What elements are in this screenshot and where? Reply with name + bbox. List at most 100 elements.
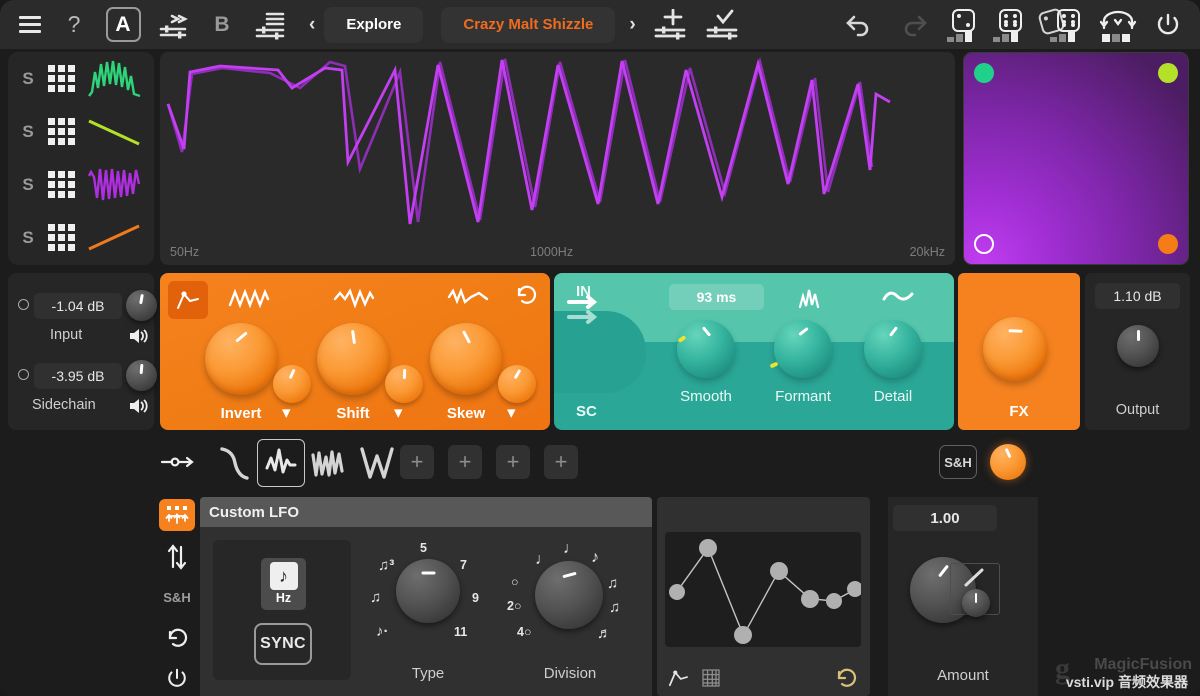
input-speaker-icon[interactable] xyxy=(128,327,150,345)
shift-knob[interactable] xyxy=(317,323,389,395)
power-icon[interactable] xyxy=(1144,5,1192,45)
xy-corner-br-dot[interactable] xyxy=(1158,234,1178,254)
add-shape-button-3[interactable]: + xyxy=(496,445,530,479)
add-shape-button-4[interactable]: + xyxy=(544,445,578,479)
solo-button-3[interactable]: S xyxy=(8,175,48,195)
sync-button[interactable]: SYNC xyxy=(254,623,312,665)
slot-row[interactable]: S xyxy=(8,52,154,105)
note-icon: ♪ xyxy=(269,562,298,590)
mod-random-icon[interactable] xyxy=(1092,5,1144,45)
dice-many-icon[interactable] xyxy=(986,5,1034,45)
input-value-field[interactable]: -1.04 dB xyxy=(34,293,122,319)
xy-corner-bl-dot[interactable] xyxy=(974,234,994,254)
smooth-knob[interactable] xyxy=(677,320,735,378)
solo-button-2[interactable]: S xyxy=(8,122,48,142)
input-bypass-icon[interactable] xyxy=(18,299,29,310)
envelope-canvas[interactable] xyxy=(665,532,861,647)
smooth-time-field[interactable]: 93 ms xyxy=(669,284,764,310)
envelope-node-icon[interactable] xyxy=(168,281,208,319)
envelope-points[interactable] xyxy=(665,532,861,647)
formant-knob[interactable] xyxy=(774,320,832,378)
output-knob[interactable] xyxy=(1117,325,1159,367)
grid-snap-icon[interactable] xyxy=(701,668,721,688)
curve-mode-icon[interactable] xyxy=(667,668,689,688)
lfo-power-icon[interactable] xyxy=(155,660,199,696)
next-preset-button[interactable]: › xyxy=(615,14,644,36)
output-value-field[interactable]: 1.10 dB xyxy=(1095,283,1180,309)
invert-knob[interactable] xyxy=(205,323,277,395)
shape-button-custom-spike[interactable] xyxy=(257,439,305,487)
xy-morph-pad[interactable] xyxy=(963,52,1189,265)
add-shape-button-1[interactable]: + xyxy=(400,445,434,479)
confirm-preset-icon[interactable] xyxy=(697,5,749,45)
envelope-reset-icon[interactable] xyxy=(834,666,858,690)
amount-value-field[interactable]: 1.00 xyxy=(893,505,997,531)
zigzag-sharp-icon xyxy=(228,288,270,309)
type-label: Type xyxy=(411,665,445,682)
shape-button-multi-spike[interactable] xyxy=(305,439,353,487)
xy-corner-tr-dot[interactable] xyxy=(1158,63,1178,83)
prev-preset-button[interactable]: ‹ xyxy=(300,14,324,36)
division-knob[interactable] xyxy=(535,561,603,629)
input-gain-knob[interactable] xyxy=(126,290,157,321)
type-knob[interactable] xyxy=(396,559,460,623)
dice-one-icon[interactable] xyxy=(940,5,986,45)
shift-menu-chevron[interactable]: ▾ xyxy=(394,403,403,423)
output-panel: 1.10 dB Output xyxy=(1085,273,1190,430)
division-scale-label-64th: ♬ xyxy=(597,625,612,642)
skew-knob[interactable] xyxy=(430,323,502,395)
xy-corner-tl-dot[interactable] xyxy=(974,63,994,83)
signal-flow-arrows-icon[interactable] xyxy=(566,293,602,327)
slot-row[interactable]: S xyxy=(8,211,154,264)
bipolar-toggle-icon[interactable] xyxy=(155,539,199,575)
sidechain-speaker-icon[interactable] xyxy=(128,397,150,415)
solo-button-1[interactable]: S xyxy=(8,69,48,89)
sample-hold-knob[interactable] xyxy=(990,444,1026,480)
dice-pair-icon[interactable] xyxy=(1034,5,1092,45)
mod-route-icon[interactable] xyxy=(160,451,196,473)
slot-row[interactable]: S xyxy=(8,105,154,158)
lfo-reset-icon[interactable] xyxy=(155,620,199,656)
redo-icon[interactable] xyxy=(886,5,940,45)
preset-b-button[interactable]: B xyxy=(200,5,244,45)
detail-knob[interactable] xyxy=(864,320,922,378)
invert-sub-knob[interactable] xyxy=(273,365,311,403)
skew-menu-chevron[interactable]: ▾ xyxy=(507,403,516,423)
shape-button-ramp-down[interactable] xyxy=(210,439,258,487)
top-toolbar: ? A B ‹ Explore Crazy Malt Shizzle › xyxy=(0,0,1200,49)
spectrum-curves xyxy=(166,56,891,225)
copy-a-to-b-icon[interactable] xyxy=(150,5,200,45)
lfo-sample-hold-label[interactable]: S&H xyxy=(155,580,199,616)
grid-9-icon[interactable] xyxy=(48,118,75,145)
grid-9-icon[interactable] xyxy=(48,224,75,251)
slot-row[interactable]: S xyxy=(8,158,154,211)
shape-button-w[interactable] xyxy=(353,439,401,487)
sidechain-value-field[interactable]: -3.95 dB xyxy=(34,363,122,389)
skew-sub-knob[interactable] xyxy=(498,365,536,403)
undo-icon[interactable] xyxy=(834,5,886,45)
grid-9-icon[interactable] xyxy=(48,65,75,92)
solo-button-4[interactable]: S xyxy=(8,228,48,248)
save-preset-icon[interactable] xyxy=(645,5,697,45)
detail-control: Detail xyxy=(857,320,929,405)
amount-curve-knob[interactable] xyxy=(962,589,990,617)
lfo-node-icon[interactable] xyxy=(159,499,195,532)
sample-hold-button[interactable]: S&H xyxy=(939,445,977,479)
explore-button[interactable]: Explore xyxy=(324,6,424,43)
preset-list-icon[interactable] xyxy=(244,5,300,45)
help-question-icon[interactable]: ? xyxy=(52,5,96,45)
add-shape-button-2[interactable]: + xyxy=(448,445,482,479)
sidechain-bypass-icon[interactable] xyxy=(18,369,29,380)
fx-knob[interactable] xyxy=(983,317,1047,381)
preset-a-button[interactable]: A xyxy=(96,5,150,45)
hamburger-menu-icon[interactable] xyxy=(8,5,52,45)
grid-9-icon[interactable] xyxy=(48,171,75,198)
reset-arrow-icon[interactable] xyxy=(514,283,538,307)
rate-mode-toggle[interactable]: ♪ Hz xyxy=(261,558,306,610)
invert-sub-pointer xyxy=(288,368,296,380)
invert-menu-chevron[interactable]: ▾ xyxy=(282,403,291,423)
spectrum-display[interactable]: 50Hz 1000Hz 20kHz xyxy=(160,52,955,265)
shift-sub-knob[interactable] xyxy=(385,365,423,403)
sidechain-gain-knob[interactable] xyxy=(126,360,157,391)
preset-name-button[interactable]: Crazy Malt Shizzle xyxy=(441,6,616,43)
